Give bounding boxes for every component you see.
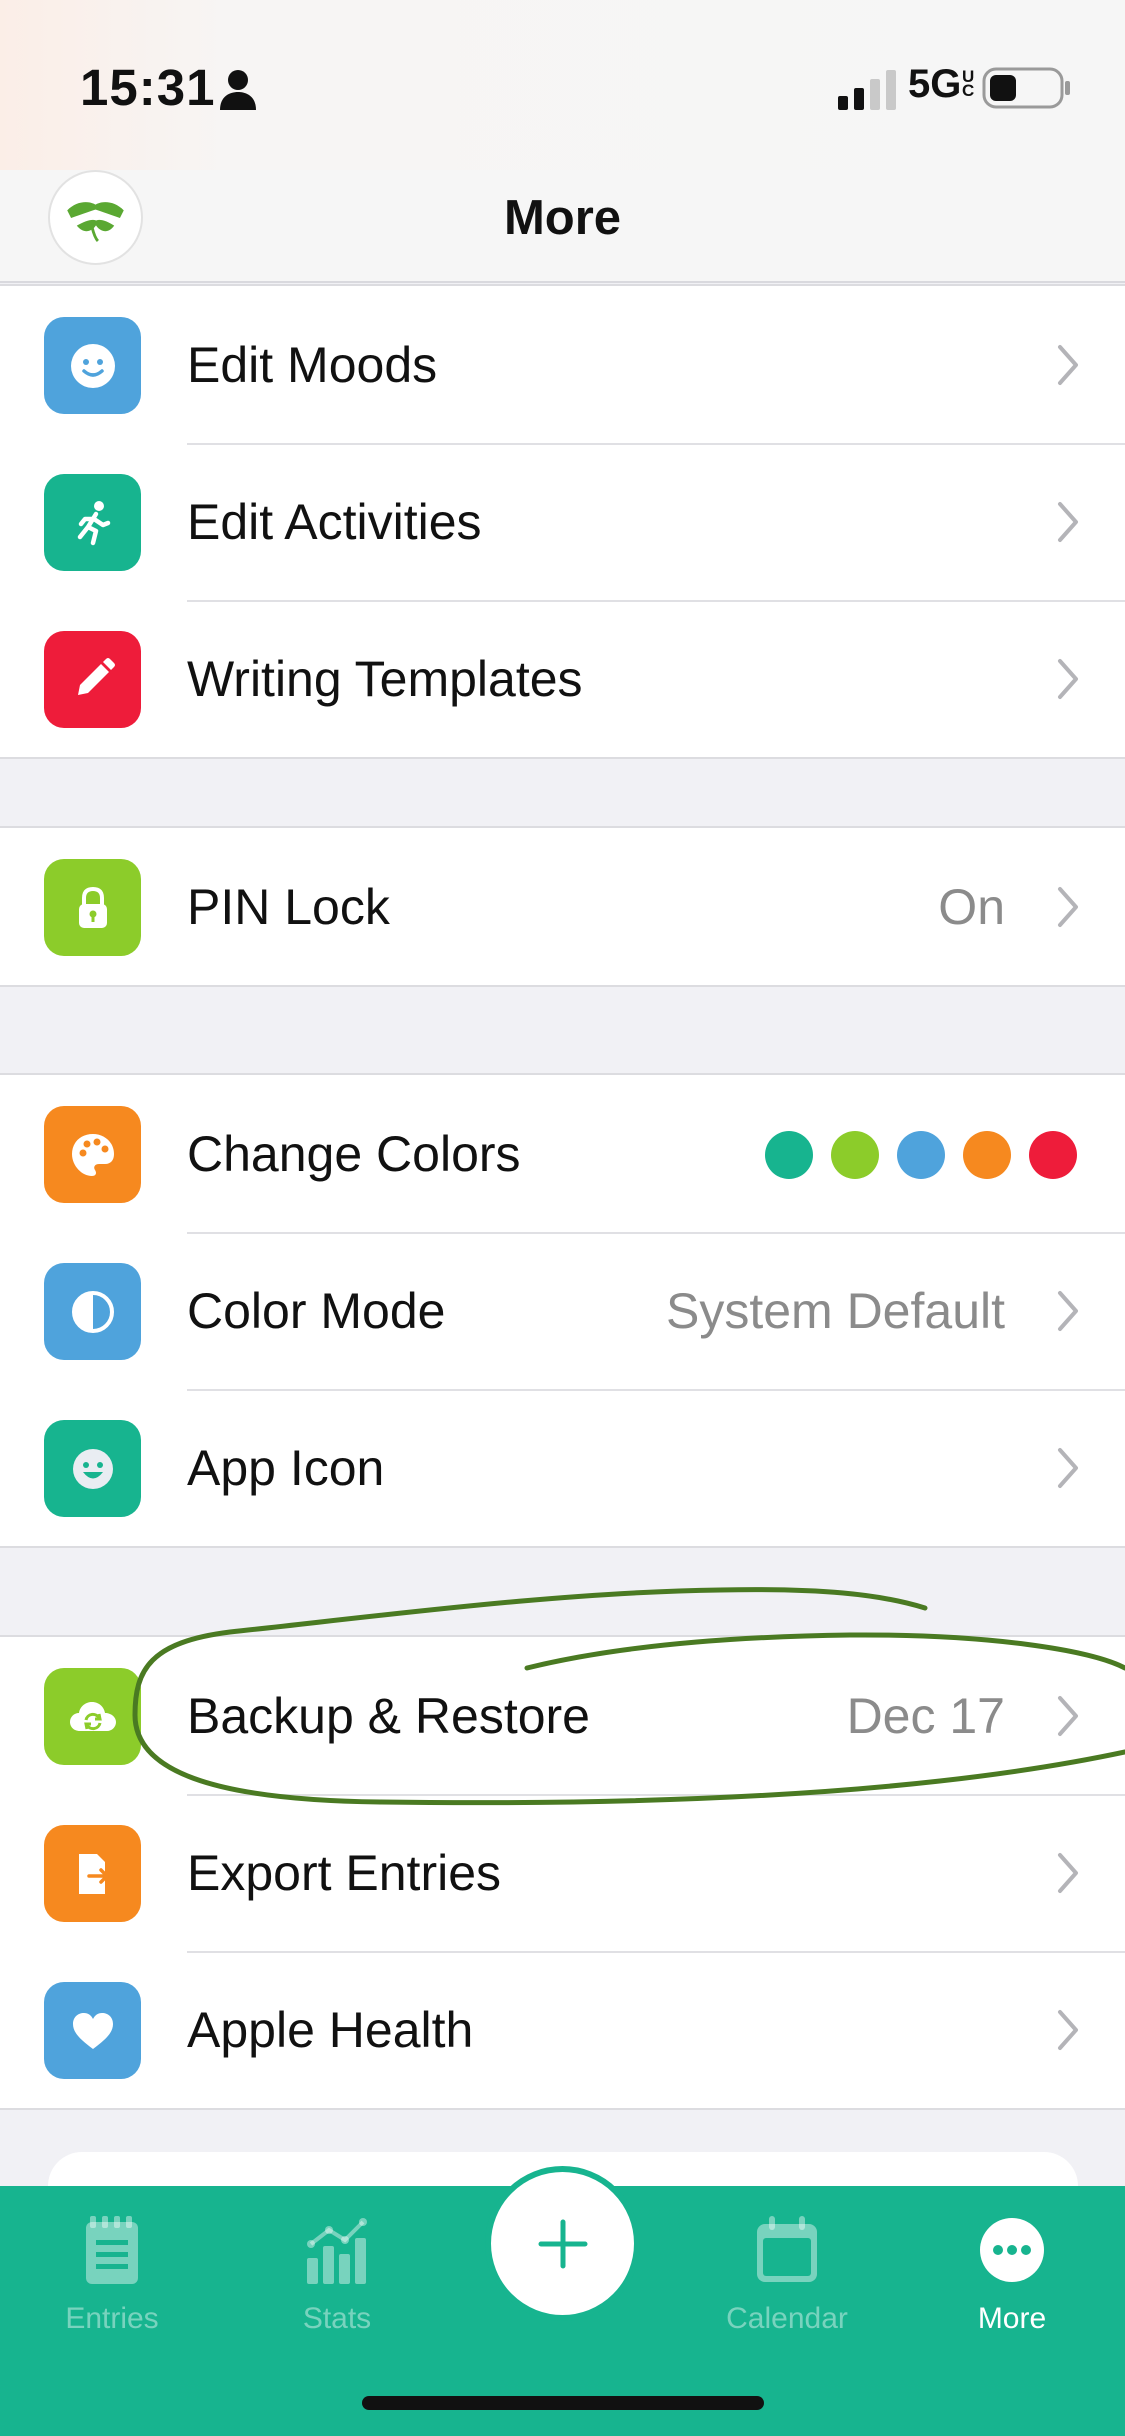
signal-icon <box>838 70 896 110</box>
settings-group-appearance: Change Colors Color Mode System Default … <box>0 1073 1125 1548</box>
row-value: On <box>938 879 1005 935</box>
stats-icon <box>307 2218 367 2284</box>
network-suffix: UC <box>962 67 975 100</box>
writing-templates-row[interactable]: Writing Templates <box>0 600 1125 757</box>
color-swatches <box>765 1131 1077 1179</box>
tab-calendar[interactable]: Calendar <box>697 2212 877 2336</box>
color-swatch <box>831 1131 879 1179</box>
chevron-right-icon <box>1058 2010 1078 2050</box>
pencil-icon <box>44 631 141 728</box>
chevron-right-icon <box>1058 345 1078 385</box>
plus-icon <box>538 2219 587 2268</box>
row-label: Edit Moods <box>187 337 438 393</box>
tab-label: Calendar <box>726 2302 848 2335</box>
palette-icon <box>44 1106 141 1203</box>
export-file-icon <box>44 1825 141 1922</box>
tab-label: Entries <box>65 2302 159 2335</box>
battery-icon <box>982 67 1070 109</box>
color-swatch <box>963 1131 1011 1179</box>
row-value: Dec 17 <box>846 1688 1005 1744</box>
person-icon <box>220 70 256 110</box>
chevron-right-icon <box>1058 1448 1078 1488</box>
tab-label: More <box>977 2302 1047 2335</box>
network-type: 5G <box>908 62 962 106</box>
chevron-right-icon <box>1058 887 1078 927</box>
home-indicator[interactable] <box>362 2396 764 2410</box>
contrast-icon <box>44 1263 141 1360</box>
chevron-right-icon <box>1058 659 1078 699</box>
pin-lock-row[interactable]: PIN Lock On <box>0 828 1125 985</box>
edit-moods-row[interactable]: Edit Moods <box>0 286 1125 443</box>
row-label: Export Entries <box>187 1845 502 1901</box>
color-swatch <box>1029 1131 1077 1179</box>
row-label: PIN Lock <box>187 879 390 935</box>
apple-health-row[interactable]: Apple Health <box>0 1951 1125 2108</box>
tab-label: Stats <box>302 2302 372 2335</box>
backup-restore-row[interactable]: Backup & Restore Dec 17 <box>0 1637 1125 1794</box>
color-swatch <box>897 1131 945 1179</box>
color-mode-row[interactable]: Color Mode System Default <box>0 1232 1125 1389</box>
chevron-right-icon <box>1058 1853 1078 1893</box>
row-label: Writing Templates <box>187 651 583 707</box>
tab-stats[interactable]: Stats <box>247 2212 427 2336</box>
lock-icon <box>44 859 141 956</box>
color-swatch <box>765 1131 813 1179</box>
row-label: Backup & Restore <box>187 1688 590 1744</box>
export-entries-row[interactable]: Export Entries <box>0 1794 1125 1951</box>
tab-more[interactable]: More <box>922 2212 1102 2336</box>
settings-group-security: PIN Lock On <box>0 826 1125 987</box>
runner-icon <box>44 474 141 571</box>
edit-activities-row[interactable]: Edit Activities <box>0 443 1125 600</box>
settings-group-customize: Edit Moods Edit Activities Writing Templ… <box>0 284 1125 759</box>
row-label: Edit Activities <box>187 494 482 550</box>
app-icon-row[interactable]: App Icon <box>0 1389 1125 1546</box>
row-label: Change Colors <box>187 1126 521 1182</box>
entries-icon <box>86 2216 138 2284</box>
status-time: 15:31 <box>80 59 216 116</box>
smiley-icon <box>44 317 141 414</box>
happy-face-icon <box>44 1420 141 1517</box>
row-label: App Icon <box>187 1440 385 1496</box>
more-icon <box>980 2218 1044 2282</box>
row-value: System Default <box>665 1283 1005 1339</box>
status-bar: 15:31 5G UC <box>0 0 1125 170</box>
chevron-right-icon <box>1058 502 1078 542</box>
row-label: Apple Health <box>187 2002 474 2058</box>
page-title: More <box>503 191 622 245</box>
change-colors-row[interactable]: Change Colors <box>0 1075 1125 1232</box>
tab-entries[interactable]: Entries <box>22 2212 202 2336</box>
chevron-right-icon <box>1058 1696 1078 1736</box>
add-entry-button[interactable] <box>485 2166 640 2321</box>
heart-icon <box>44 1982 141 2079</box>
cloud-sync-icon <box>44 1668 141 1765</box>
calendar-icon <box>757 2216 817 2282</box>
navigation-bar: More <box>0 170 1125 283</box>
row-label: Color Mode <box>187 1283 446 1339</box>
chevron-right-icon <box>1058 1291 1078 1331</box>
settings-group-data: Backup & Restore Dec 17 Export Entries A… <box>0 1635 1125 2110</box>
